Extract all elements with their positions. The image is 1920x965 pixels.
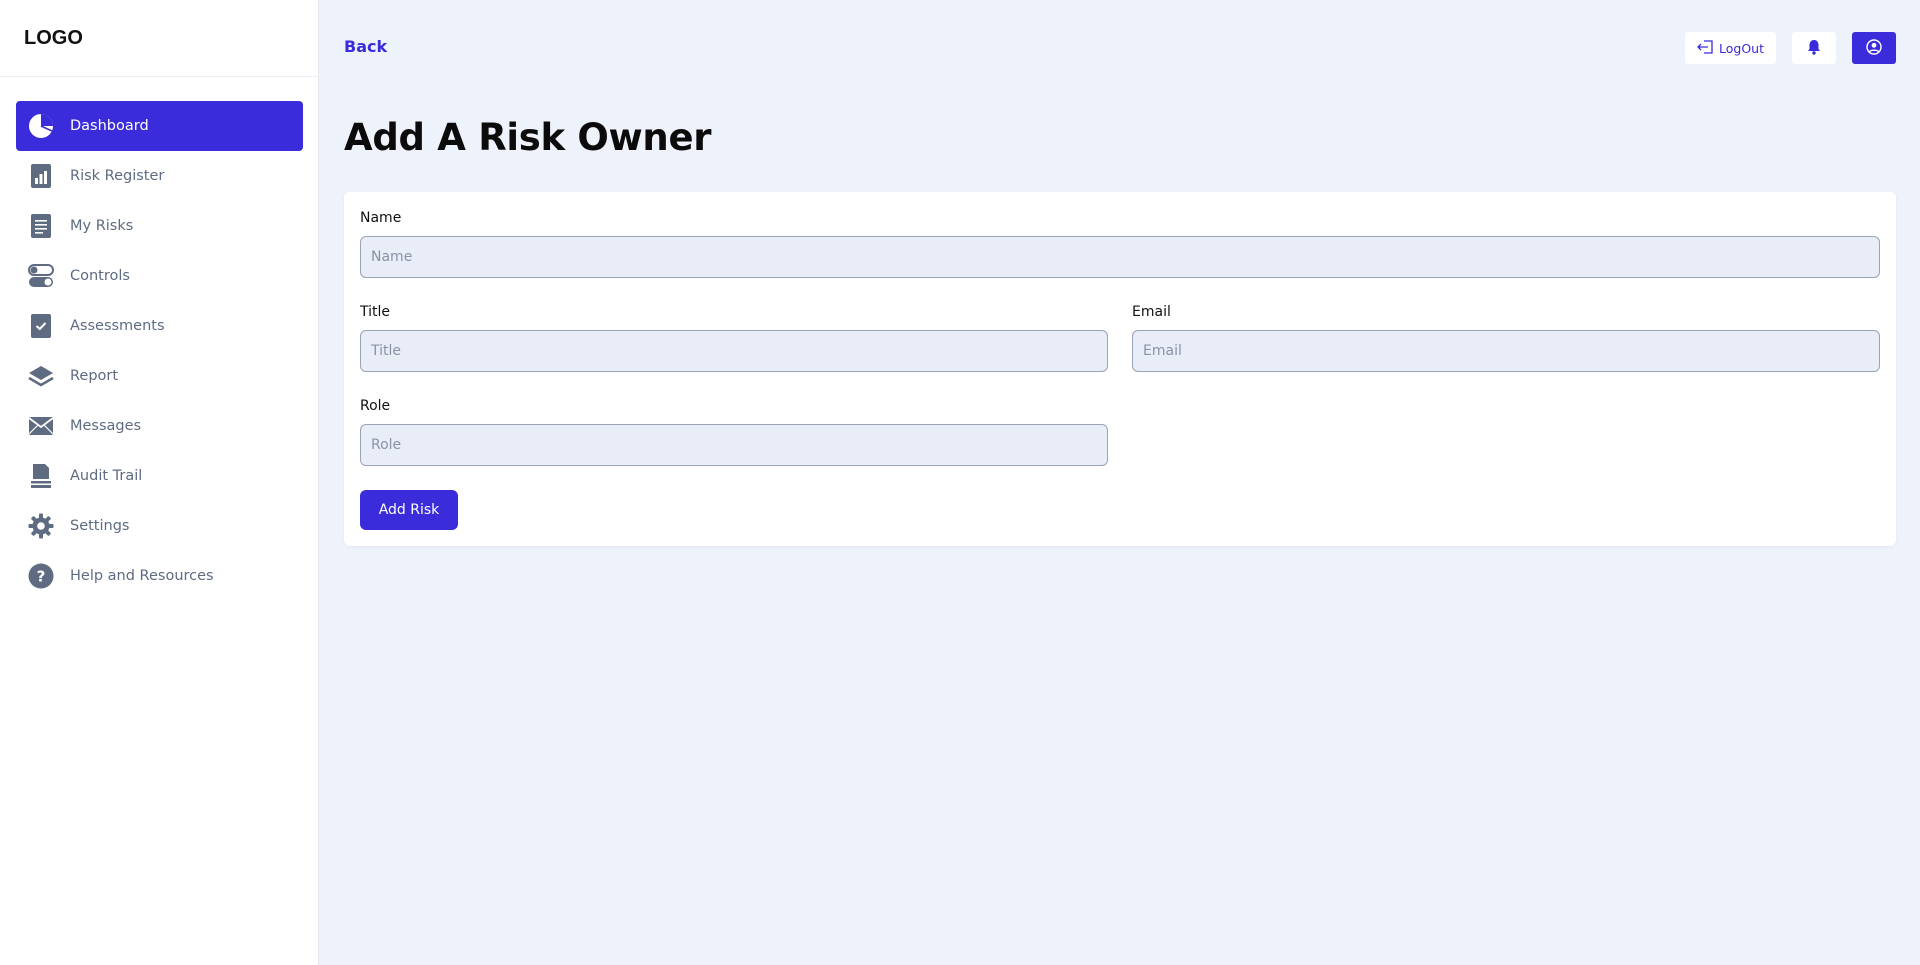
name-label: Name: [360, 210, 402, 226]
logout-icon: [1697, 39, 1713, 57]
email-input[interactable]: [1132, 330, 1880, 372]
user-profile-button[interactable]: [1852, 32, 1896, 64]
role-input[interactable]: [360, 424, 1108, 466]
sidebar-item-report[interactable]: Report: [16, 351, 303, 401]
pie-chart-icon: [28, 113, 54, 139]
envelope-icon: [28, 413, 54, 439]
notifications-button[interactable]: [1792, 32, 1836, 64]
sidebar-item-label: Report: [70, 368, 119, 384]
sidebar-item-label: My Risks: [70, 218, 134, 234]
sidebar-item-label: Controls: [70, 268, 130, 284]
logout-button[interactable]: LogOut: [1685, 32, 1776, 64]
checkbox-icon: [28, 313, 54, 339]
sidebar-item-my-risks[interactable]: My Risks: [16, 201, 303, 251]
layers-icon: [28, 363, 54, 389]
sidebar-item-help[interactable]: ? Help and Resources: [16, 551, 303, 601]
sidebar-item-controls[interactable]: Controls: [16, 251, 303, 301]
sidebar-item-risk-register[interactable]: Risk Register: [16, 151, 303, 201]
user-icon: [1866, 38, 1882, 58]
role-label: Role: [360, 398, 391, 414]
sidebar-item-label: Risk Register: [70, 168, 165, 184]
title-input[interactable]: [360, 330, 1108, 372]
title-label: Title: [360, 304, 391, 320]
sidebar-item-assessments[interactable]: Assessments: [16, 301, 303, 351]
sidebar-item-label: Assessments: [70, 318, 165, 334]
svg-text:?: ?: [37, 568, 46, 586]
sidebar-item-label: Help and Resources: [70, 568, 214, 584]
sidebar-nav: Dashboard Risk Register My Risks Control…: [0, 77, 318, 601]
top-actions: LogOut: [1685, 32, 1896, 64]
sidebar-item-messages[interactable]: Messages: [16, 401, 303, 451]
sidebar-item-label: Audit Trail: [70, 468, 143, 484]
sidebar-item-audit-trail[interactable]: Audit Trail: [16, 451, 303, 501]
sidebar-item-label: Settings: [70, 518, 130, 534]
email-label: Email: [1132, 304, 1171, 320]
page-title: Add A Risk Owner: [344, 116, 712, 159]
sidebar-item-dashboard[interactable]: Dashboard: [16, 101, 303, 151]
risk-owner-form: Name Title Email Role Add Risk: [344, 192, 1896, 546]
logo: LOGO: [0, 0, 318, 77]
bar-chart-icon: [28, 163, 54, 189]
sidebar-item-settings[interactable]: Settings: [16, 501, 303, 551]
add-risk-button[interactable]: Add Risk: [360, 490, 458, 530]
toggle-icon: [28, 263, 54, 289]
name-input[interactable]: [360, 236, 1880, 278]
main-content: Back LogOut Add A Risk Owner Name Title …: [320, 0, 1920, 965]
sidebar-item-label: Dashboard: [70, 118, 149, 134]
gear-icon: [28, 513, 54, 539]
question-icon: ?: [28, 563, 54, 589]
back-link[interactable]: Back: [344, 37, 387, 56]
sidebar: LOGO Dashboard Risk Register My Risks Co…: [0, 0, 319, 965]
file-stack-icon: [28, 463, 54, 489]
document-icon: [28, 213, 54, 239]
bell-icon: [1807, 39, 1821, 58]
logout-label: LogOut: [1719, 40, 1764, 56]
sidebar-item-label: Messages: [70, 418, 142, 434]
